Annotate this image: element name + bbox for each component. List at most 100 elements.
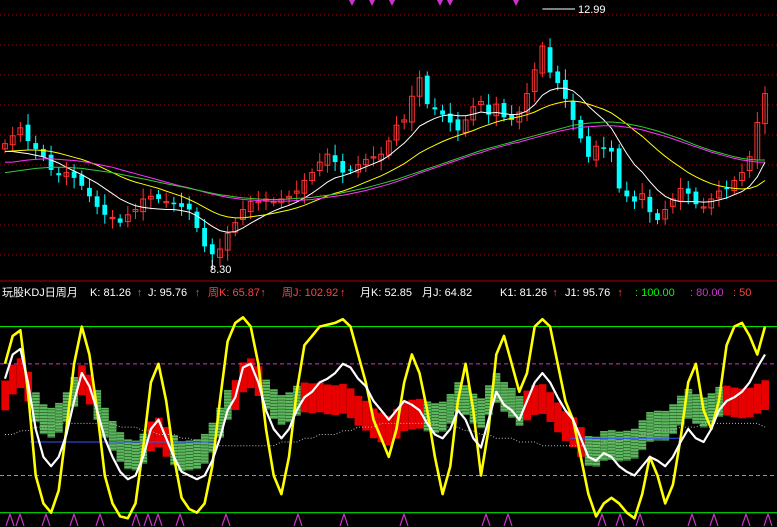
candle-body — [632, 196, 637, 202]
signal-triangle — [15, 512, 25, 527]
signal-triangle — [143, 512, 153, 527]
candle-body — [693, 191, 699, 205]
candle-body — [601, 147, 607, 149]
cloud-band — [200, 433, 209, 464]
signal-marker — [369, 0, 375, 6]
cloud-band — [623, 430, 631, 461]
cloud-band — [630, 428, 639, 459]
signal-triangle — [293, 512, 303, 527]
candle-body — [655, 213, 660, 221]
signal-triangle — [597, 512, 607, 527]
signal-triangle — [741, 512, 751, 527]
signal-marker — [389, 0, 395, 6]
chart-root: 12.99 8.30 玩股KDJ日周月 K: 81.26 ↑ J: 95.76 ↑ 周K… — [0, 0, 777, 527]
candle-body — [94, 196, 100, 207]
candle-body — [455, 119, 461, 131]
candle-body — [156, 194, 161, 199]
candle-body — [424, 75, 430, 105]
cloud-band — [55, 402, 63, 433]
candle-body — [440, 110, 445, 115]
cloud-band — [9, 364, 17, 395]
signal-triangle — [41, 512, 51, 527]
candle-body — [186, 203, 192, 210]
signal-triangle — [339, 512, 349, 527]
cloud-band — [746, 387, 754, 418]
candle-body — [555, 71, 561, 84]
candle-body — [179, 203, 184, 207]
cloud-band — [638, 420, 647, 451]
candle-body — [25, 124, 31, 141]
signal-triangle — [503, 512, 513, 527]
signal-triangle — [175, 512, 185, 527]
cloud-band — [124, 439, 132, 470]
up-arrow-icon: ↑ — [260, 287, 266, 299]
cloud-band — [116, 432, 125, 462]
cloud-band — [354, 395, 363, 426]
indicator-value: K1: 81.26 — [500, 287, 548, 299]
up-arrow-icon: ↑ — [136, 287, 143, 299]
candle-body — [71, 171, 77, 178]
candle-body — [56, 173, 62, 176]
cloud-band — [323, 384, 332, 415]
candle-body — [432, 107, 438, 110]
signal-triangle — [399, 512, 409, 527]
signal-marker — [513, 0, 519, 6]
cloud-band — [362, 400, 370, 431]
signal-marker — [349, 0, 355, 6]
cloud-band — [346, 388, 355, 419]
cloud-band — [554, 402, 562, 433]
price-panel — [0, 0, 777, 282]
cloud-band — [400, 401, 409, 432]
cloud-band — [270, 389, 278, 420]
cloud-band — [761, 380, 769, 411]
cloud-band — [193, 439, 201, 470]
cloud-band — [653, 410, 662, 441]
cloud-band — [561, 411, 570, 441]
signal-triangle — [221, 512, 231, 527]
cloud-band — [661, 410, 670, 441]
indicator-value: 周K: 65.87 — [208, 287, 260, 299]
indicator-value: J1: 95.76 — [565, 287, 611, 299]
indicator-info-bar: 玩股KDJ日周月 K: 81.26 ↑ J: 95.76 ↑ 周K: 65.87 ↑ 周J:… — [0, 286, 777, 300]
signal-triangle — [153, 512, 163, 527]
candle-body — [194, 211, 200, 228]
cloud-band — [47, 407, 56, 438]
cloud-band — [339, 383, 347, 414]
cloud-band — [185, 440, 194, 471]
cloud-band — [753, 383, 762, 414]
candle-body — [102, 204, 108, 215]
ma-green-line — [4, 121, 765, 200]
cloud-band — [692, 394, 700, 425]
low-price-label: 8.30 — [210, 264, 232, 276]
candle-body — [209, 244, 215, 255]
candle-body — [647, 196, 653, 213]
candle-body — [586, 136, 591, 157]
cloud-band — [730, 387, 739, 418]
indicator-title: 玩股KDJ日周月 — [2, 287, 78, 299]
signal-triangle — [131, 512, 141, 527]
candle-body — [340, 161, 346, 173]
up-arrow-icon: ↑ — [617, 287, 623, 299]
candle-body — [609, 147, 614, 152]
candle-body — [616, 148, 622, 189]
cloud-band — [462, 385, 470, 416]
signal-triangle — [635, 512, 645, 527]
candle-body — [501, 103, 507, 118]
signal-triangle — [615, 512, 625, 527]
candle-body — [547, 47, 553, 73]
candle-body — [171, 202, 177, 205]
cloud-band — [39, 404, 48, 435]
up-arrow-icon: ↑ — [340, 287, 346, 299]
indicator-value: : 100.00 — [635, 287, 675, 299]
indicator-value: K: 81.26 — [90, 287, 131, 299]
candle-body — [33, 143, 39, 149]
signal-triangle — [69, 512, 79, 527]
cloud-band — [615, 431, 624, 462]
signal-triangle — [763, 512, 773, 527]
candle-body — [79, 174, 85, 186]
candle-body — [624, 190, 630, 197]
cloud-band — [592, 436, 601, 467]
cloud-band — [646, 412, 654, 442]
signal-triangle — [709, 512, 719, 527]
indicator-value: 月J: 64.82 — [422, 287, 473, 299]
